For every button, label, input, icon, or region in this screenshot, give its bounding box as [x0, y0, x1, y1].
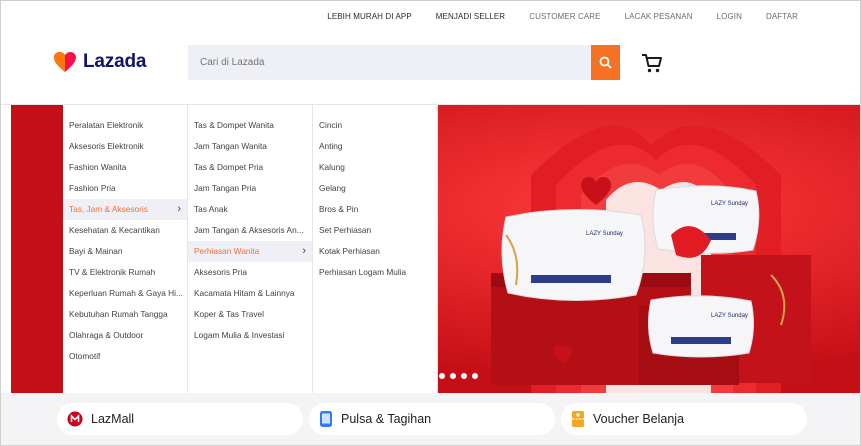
leaf-category-item[interactable]: Bros & Pin	[313, 199, 437, 220]
browser-frame: LEBIH MURAH DI APP MENJADI SELLER CUSTOM…	[0, 0, 861, 446]
pillow-brand-label: LAZY Sunday	[711, 313, 748, 319]
subcategory-item[interactable]: Koper & Tas Travel	[188, 304, 312, 325]
subcategory-item[interactable]: Jam Tangan Pria	[188, 178, 312, 199]
search-input[interactable]	[188, 45, 591, 80]
leaf-category-item[interactable]: Kalung	[313, 157, 437, 178]
category-item-label: Tas, Jam & Aksesoris	[69, 204, 148, 214]
brand-name: Lazada	[83, 51, 147, 72]
category-menu: Peralatan Elektronik Aksesoris Elektroni…	[63, 105, 438, 393]
link-lacak-pesanan[interactable]: LACAK PESANAN	[625, 12, 693, 21]
site-header: Lazada	[1, 31, 860, 105]
category-item[interactable]: Aksesoris Elektronik	[63, 136, 187, 157]
shortcut-voucher-belanja[interactable]: Voucher Belanja	[561, 403, 807, 435]
leaf-category-item[interactable]: Perhiasan Logam Mulia	[313, 262, 437, 283]
link-login[interactable]: LOGIN	[717, 12, 742, 21]
leaf-category-item[interactable]: Gelang	[313, 178, 437, 199]
lazada-logo[interactable]: Lazada	[53, 51, 146, 73]
shortcut-label: Voucher Belanja	[593, 412, 685, 426]
subcategory-item[interactable]: Jam Tangan Wanita	[188, 136, 312, 157]
shortcut-pulsa-tagihan[interactable]: Pulsa & Tagihan	[309, 403, 555, 435]
subcategory-item[interactable]: Logam Mulia & Investasi	[188, 325, 312, 346]
category-item[interactable]: TV & Elektronik Rumah	[63, 262, 187, 283]
top-utility-bar: LEBIH MURAH DI APP MENJADI SELLER CUSTOM…	[1, 1, 860, 31]
subcategory-item[interactable]: Tas & Dompet Wanita	[188, 115, 312, 136]
leaf-category-item[interactable]: Anting	[313, 136, 437, 157]
carousel-dot[interactable]	[450, 373, 456, 379]
category-item[interactable]: Keperluan Rumah & Gaya Hi...	[63, 283, 187, 304]
category-column-3: Cincin Anting Kalung Gelang Bros & Pin S…	[313, 105, 438, 393]
search-button[interactable]	[591, 45, 620, 80]
category-item[interactable]: Kesehatan & Kecantikan	[63, 220, 187, 241]
subcategory-item-label: Perhiasan Wanita	[194, 246, 260, 256]
category-column-1: Peralatan Elektronik Aksesoris Elektroni…	[63, 105, 188, 393]
chevron-right-icon: ›	[302, 245, 306, 257]
chevron-right-icon: ›	[177, 203, 181, 215]
subcategory-item[interactable]: Tas Anak	[188, 199, 312, 220]
carousel-dot[interactable]	[461, 373, 467, 379]
phone-icon	[320, 411, 332, 427]
search-bar	[188, 45, 591, 80]
subcategory-item[interactable]: Tas & Dompet Pria	[188, 157, 312, 178]
pillow-brand-label: LAZY Sunday	[586, 231, 623, 237]
link-customer-care[interactable]: CUSTOMER CARE	[529, 12, 600, 21]
subcategory-item[interactable]: Aksesoris Pria	[188, 262, 312, 283]
pillow-brand-label: LAZY Sunday	[711, 201, 748, 207]
category-item[interactable]: Otomotif	[63, 346, 187, 367]
link-daftar[interactable]: DAFTAR	[766, 12, 798, 21]
category-item-active[interactable]: Tas, Jam & Aksesoris ›	[63, 199, 187, 220]
category-column-2: Tas & Dompet Wanita Jam Tangan Wanita Ta…	[188, 105, 313, 393]
voucher-icon	[572, 411, 584, 427]
lazada-heart-icon	[54, 52, 76, 72]
cart-icon[interactable]	[639, 50, 665, 76]
shortcut-lazmall[interactable]: LazMall	[57, 403, 303, 435]
link-menjadi-seller[interactable]: MENJADI SELLER	[436, 12, 505, 21]
category-item[interactable]: Bayi & Mainan	[63, 241, 187, 262]
leaf-category-item[interactable]: Cincin	[313, 115, 437, 136]
category-item[interactable]: Olahraga & Outdoor	[63, 325, 187, 346]
carousel-dot[interactable]	[472, 373, 478, 379]
search-icon	[599, 56, 612, 69]
shortcut-label: Pulsa & Tagihan	[341, 412, 432, 426]
category-item[interactable]: Peralatan Elektronik	[63, 115, 187, 136]
top-links: LEBIH MURAH DI APP MENJADI SELLER CUSTOM…	[303, 12, 798, 21]
subcategory-item[interactable]: Jam Tangan & Aksesoris An...	[188, 220, 312, 241]
subcategory-item[interactable]: Kacamata Hitam & Lainnya	[188, 283, 312, 304]
lazmall-icon	[67, 411, 83, 427]
category-item[interactable]: Fashion Pria	[63, 178, 187, 199]
leaf-category-item[interactable]: Kotak Perhiasan	[313, 241, 437, 262]
carousel-dot[interactable]	[439, 373, 445, 379]
shortcut-bar: LazMall Pulsa & Tagihan Voucher Belanja	[1, 393, 860, 445]
category-item[interactable]: Kebutuhan Rumah Tangga	[63, 304, 187, 325]
shortcut-label: LazMall	[91, 412, 135, 426]
subcategory-item-active[interactable]: Perhiasan Wanita ›	[188, 241, 312, 262]
category-item[interactable]: Fashion Wanita	[63, 157, 187, 178]
leaf-category-item[interactable]: Set Perhiasan	[313, 220, 437, 241]
carousel-dots	[439, 373, 478, 379]
link-lebih-murah-di-app[interactable]: LEBIH MURAH DI APP	[327, 12, 412, 21]
